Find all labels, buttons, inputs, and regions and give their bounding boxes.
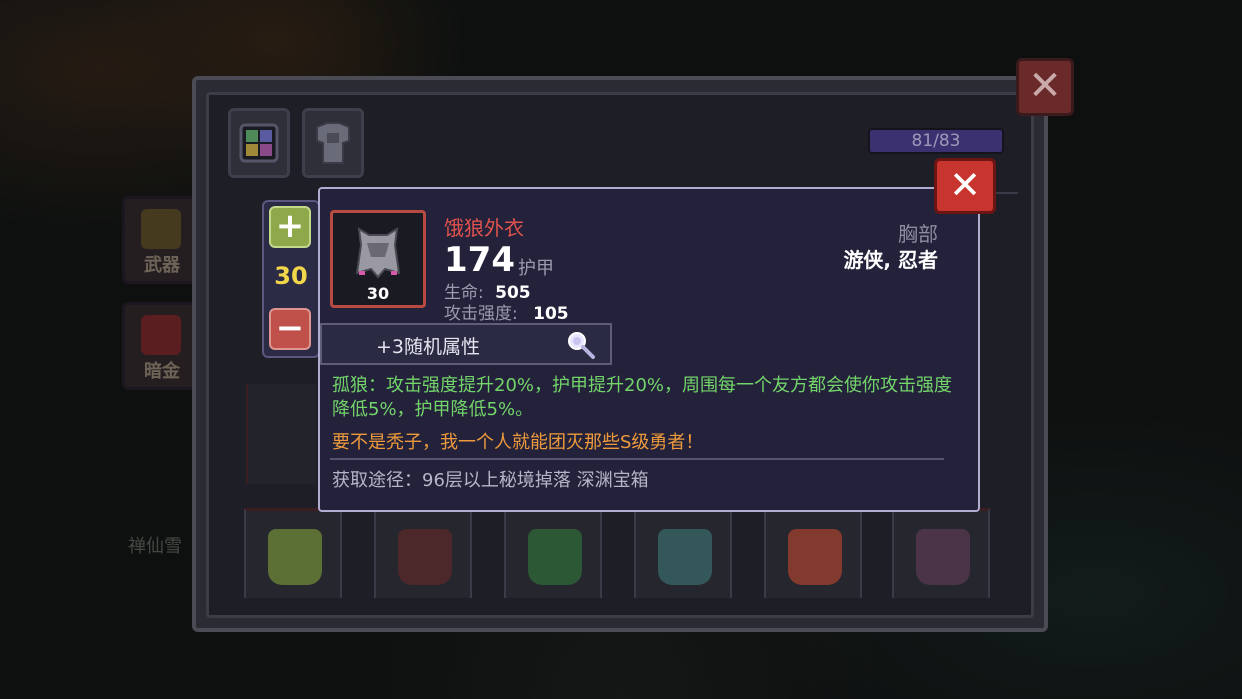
magnifier-icon[interactable] — [566, 330, 596, 360]
green-armor-icon — [268, 529, 322, 585]
tooltip-divider — [330, 458, 944, 460]
random-attributes-label: +3随机属性 — [376, 336, 481, 358]
inventory-slot[interactable] — [246, 384, 316, 484]
item-slot-type: 胸部 — [898, 222, 938, 246]
equipment-slot[interactable] — [764, 508, 862, 598]
stat-attack-label: 攻击强度: — [444, 304, 518, 324]
inventory-capacity: 81/83 — [868, 128, 1004, 154]
teal-armor-icon — [658, 529, 712, 585]
quantity-value: 30 — [274, 262, 308, 290]
equipment-slot[interactable] — [892, 508, 990, 598]
red-skull-armor-icon — [788, 529, 842, 585]
item-name: 饿狼外衣 — [444, 216, 524, 240]
item-source-text: 获取途径：96层以上秘境掉落 深渊宝箱 — [332, 470, 649, 491]
equipment-slot[interactable] — [374, 508, 472, 598]
item-armor-value: 174 — [444, 240, 515, 280]
equipment-slot[interactable] — [504, 508, 602, 598]
close-inventory-button[interactable]: ✕ — [1016, 58, 1074, 116]
quantity-plus-button[interactable]: + — [269, 206, 311, 248]
equipment-slot[interactable] — [634, 508, 732, 598]
grid-icon[interactable] — [228, 108, 290, 178]
stat-attack-value: 105 — [533, 304, 569, 324]
quantity-minus-button[interactable]: − — [269, 308, 311, 350]
wolf-coat-icon — [355, 227, 401, 279]
item-effect-text: 孤狼：攻击强度提升20%，护甲提升20%，周围每一个友方都会使你攻击强度降低5%… — [332, 375, 953, 420]
purple-armor-icon — [916, 529, 970, 585]
item-flavor-text: 要不是秃子，我一个人就能团灭那些S级勇者！ — [332, 432, 704, 453]
close-tooltip-button[interactable]: ✕ — [934, 158, 996, 214]
equipment-slot[interactable] — [244, 508, 342, 598]
dark-red-armor-icon — [398, 529, 452, 585]
item-classes: 游侠, 忍者 — [843, 248, 938, 272]
armor-icon[interactable] — [302, 108, 364, 178]
item-armor-label: 护甲 — [518, 258, 554, 279]
green-cloak-icon — [528, 529, 582, 585]
stat-attack: 攻击强度: 105 — [444, 299, 569, 324]
item-count: 30 — [366, 284, 390, 303]
item-icon-frame: 30 — [330, 210, 426, 308]
